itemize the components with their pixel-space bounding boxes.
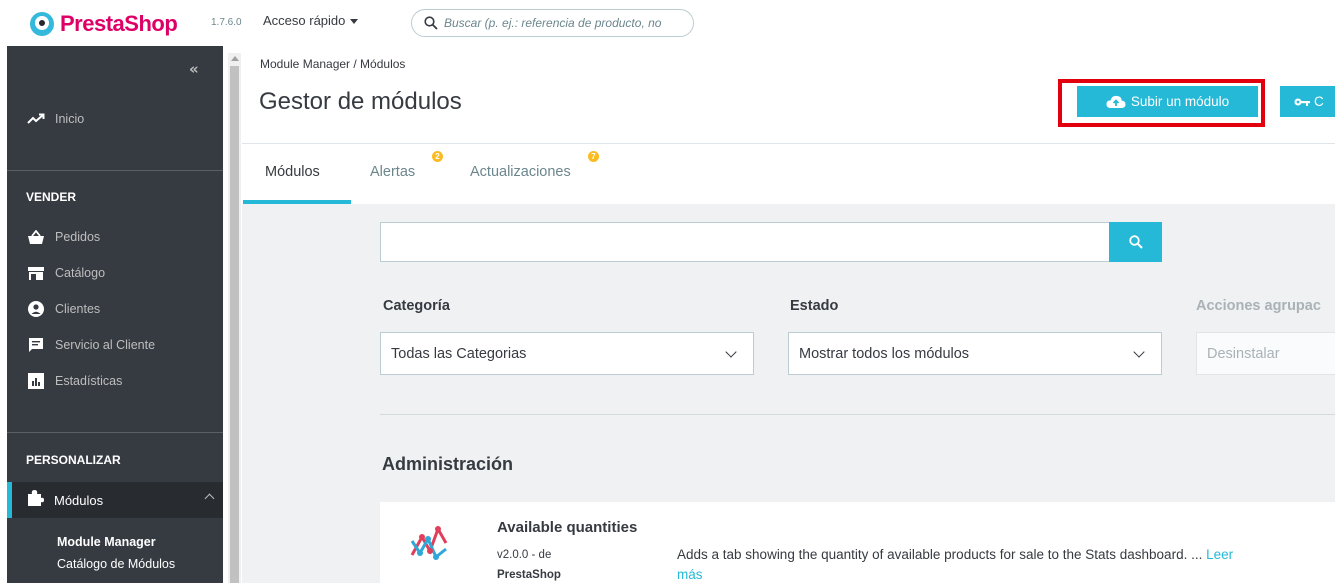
module-author: PrestaShop	[497, 569, 561, 581]
stats-graph-icon	[410, 525, 448, 560]
sidebar-item-modules[interactable]: Módulos	[7, 482, 223, 518]
sidebar: « Inicio VENDER Pedidos Catálogo Cliente…	[7, 46, 223, 583]
module-search-button[interactable]	[1109, 222, 1162, 262]
tab-updates[interactable]: Actualizaciones	[470, 164, 571, 180]
sidebar-item-label: Catálogo	[55, 266, 106, 280]
bulk-actions-label: Acciones agrupac	[1196, 298, 1321, 314]
sidebar-item-customer-service[interactable]: Servicio al Cliente	[7, 336, 223, 354]
puzzle-icon	[26, 489, 44, 511]
caret-down-icon	[350, 19, 359, 24]
bulk-actions-value: Desinstalar	[1207, 345, 1280, 362]
chevron-down-icon	[1133, 346, 1145, 358]
sidebar-item-label: Módulos	[54, 492, 104, 508]
bulk-actions-select[interactable]: Desinstalar	[1196, 332, 1335, 375]
logo-text: PrestaShop	[60, 11, 178, 36]
bar-chart-icon	[27, 372, 45, 390]
module-name: Available quantities	[497, 519, 638, 536]
category-select-value: Todas las Categorias	[391, 345, 527, 362]
module-description: Adds a tab showing the quantity of avail…	[677, 545, 1237, 583]
store-icon	[27, 264, 45, 282]
connect-button[interactable]: C	[1280, 86, 1335, 117]
sidebar-scrollbar[interactable]	[228, 53, 241, 583]
status-select[interactable]: Mostrar todos los módulos	[788, 332, 1162, 375]
tab-alerts[interactable]: Alertas	[370, 164, 415, 180]
global-search-input[interactable]	[444, 16, 684, 30]
module-search-input[interactable]	[380, 222, 1109, 262]
breadcrumb[interactable]: Module Manager / Módulos	[260, 57, 405, 71]
highlight-box	[1058, 79, 1265, 127]
status-label: Estado	[790, 298, 839, 314]
sidebar-item-label: Clientes	[55, 302, 101, 316]
collapse-sidebar-icon[interactable]: «	[189, 60, 199, 78]
section-heading-customize: PERSONALIZAR	[26, 453, 121, 467]
chat-icon	[27, 336, 45, 354]
divider	[7, 170, 223, 171]
module-version: v2.0.0 - de	[497, 549, 552, 561]
sidebar-item-catalog[interactable]: Catálogo	[7, 264, 223, 282]
divider	[7, 432, 223, 433]
user-circle-icon	[27, 300, 45, 318]
section-heading-sell: VENDER	[26, 190, 77, 204]
top-bar: PrestaShop 1.7.6.0 Acceso rápido	[0, 0, 1335, 46]
quick-access-dropdown[interactable]: Acceso rápido	[263, 13, 359, 28]
sidebar-item-stats[interactable]: Estadísticas	[7, 372, 223, 390]
divider	[242, 143, 1335, 144]
alerts-badge: 2	[432, 151, 443, 162]
divider	[380, 414, 1335, 415]
version-label: 1.7.6.0	[211, 17, 242, 28]
category-section-title: Administración	[382, 454, 514, 474]
prestashop-logo[interactable]: PrestaShop	[30, 11, 178, 37]
sidebar-item-label: Servicio al Cliente	[55, 338, 156, 352]
trend-icon	[27, 110, 45, 128]
sidebar-subitem-module-catalog[interactable]: Catálogo de Módulos	[57, 557, 175, 571]
category-select[interactable]: Todas las Categorias	[380, 332, 754, 375]
sidebar-item-home[interactable]: Inicio	[7, 110, 223, 128]
key-icon	[1294, 98, 1310, 106]
page-title: Gestor de módulos	[259, 88, 462, 115]
status-select-value: Mostrar todos los módulos	[799, 345, 970, 362]
connect-label: C	[1314, 94, 1324, 109]
search-icon	[1128, 235, 1143, 249]
scrollbar-thumb[interactable]	[230, 66, 239, 583]
category-label: Categoría	[383, 298, 450, 314]
module-description-text: Adds a tab showing the quantity of avail…	[677, 547, 1207, 562]
basket-icon	[27, 228, 45, 246]
quick-access-label: Acceso rápido	[263, 13, 346, 28]
prestashop-logo-icon	[30, 12, 54, 36]
scroll-up-icon[interactable]	[231, 56, 239, 61]
sidebar-item-label: Estadísticas	[55, 374, 123, 388]
tab-modules[interactable]: Módulos	[265, 164, 320, 180]
chevron-down-icon	[725, 346, 737, 358]
sidebar-item-label: Inicio	[55, 112, 85, 126]
chevron-up-icon	[204, 493, 215, 504]
updates-badge: 7	[588, 151, 599, 162]
sidebar-item-customers[interactable]: Clientes	[7, 300, 223, 318]
global-search[interactable]	[411, 9, 694, 37]
sidebar-item-label: Pedidos	[55, 230, 101, 244]
sidebar-subitem-module-manager[interactable]: Module Manager	[57, 535, 156, 549]
search-icon	[424, 16, 438, 30]
sidebar-item-orders[interactable]: Pedidos	[7, 228, 223, 246]
